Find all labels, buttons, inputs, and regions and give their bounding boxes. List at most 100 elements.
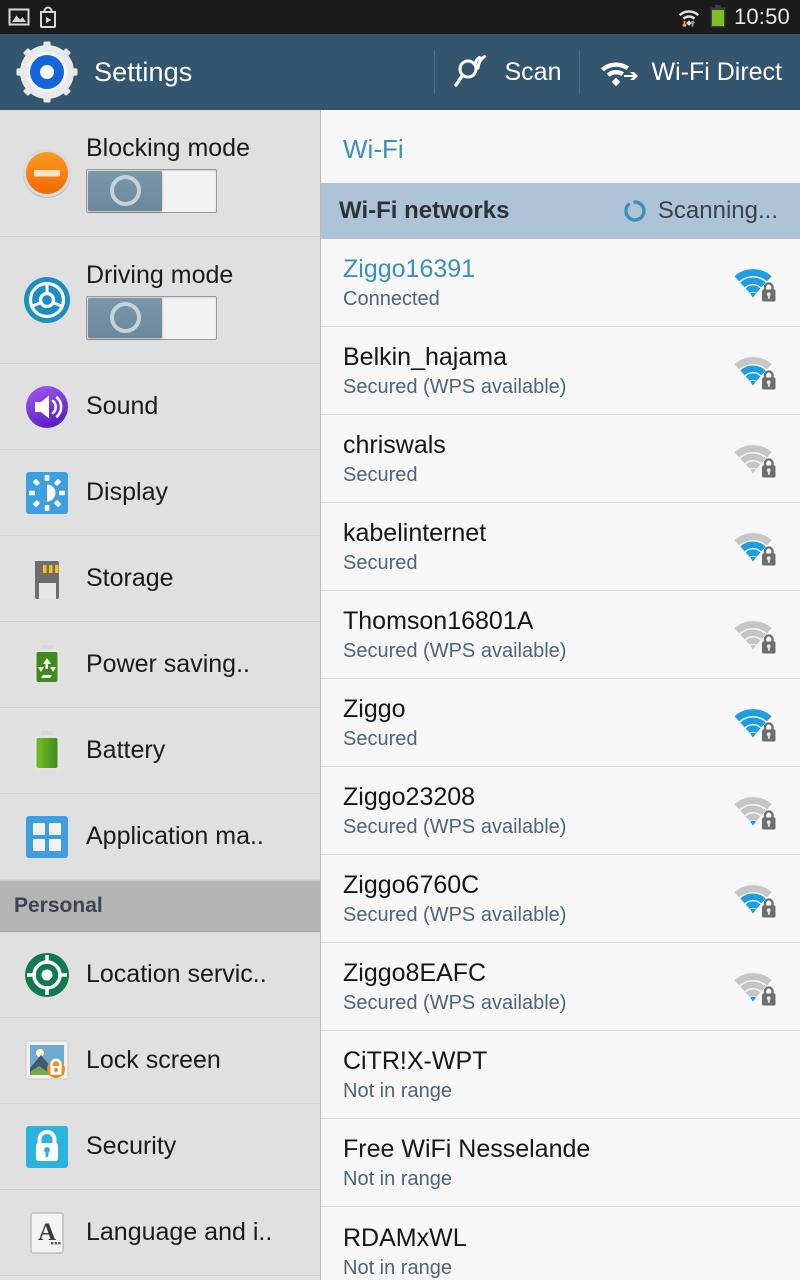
network-status: Secured (WPS available) <box>343 992 567 1014</box>
spinner-icon <box>622 198 648 224</box>
content-area: Blocking mode Driving mode Sound Display… <box>0 110 800 1280</box>
network-text: RDAMxWL Not in range <box>343 1224 467 1279</box>
network-ssid: CiTR!X-WPT <box>343 1047 488 1075</box>
network-ssid: Thomson16801A <box>343 607 534 635</box>
network-text: Ziggo23208 Secured (WPS available) <box>343 783 566 838</box>
app-title: Settings <box>94 56 193 87</box>
network-ssid: Ziggo8EAFC <box>343 959 487 987</box>
sidebar-section-personal: Personal <box>0 880 320 932</box>
scan-button[interactable]: Scan <box>435 34 579 110</box>
wifi-networks-header: Wi-Fi networks Scanning... <box>321 183 800 239</box>
scan-icon <box>453 52 493 92</box>
network-signal <box>732 702 778 744</box>
network-ssid: Free WiFi Nesselande <box>343 1135 591 1163</box>
wifi-network-row[interactable]: Ziggo Secured <box>321 679 800 767</box>
wifi-signal-icon <box>734 708 776 741</box>
network-status: Secured (WPS available) <box>343 640 567 662</box>
network-text: CiTR!X-WPT Not in range <box>343 1047 487 1102</box>
sidebar-item-lock-screen[interactable]: Lock screen <box>0 1018 320 1104</box>
wifi-network-row[interactable]: Ziggo6760C Secured (WPS available) <box>321 855 800 943</box>
wifi-network-row[interactable]: Belkin_hajama Secured (WPS available) <box>321 327 800 415</box>
network-signal <box>732 878 778 920</box>
network-signal <box>732 350 778 392</box>
driving-mode-content: Driving mode <box>86 261 233 340</box>
wifi-network-row[interactable]: RDAMxWL Not in range <box>321 1207 800 1280</box>
network-ssid: chriswals <box>343 431 446 459</box>
network-ssid: Ziggo16391 <box>343 255 476 283</box>
section-label: Personal <box>14 894 103 917</box>
sidebar-item-application-manager[interactable]: Application ma.. <box>0 794 320 880</box>
wifi-networks-label: Wi-Fi networks <box>339 197 510 224</box>
svg-text:A: A <box>37 1219 55 1246</box>
sidebar-item-location-services[interactable]: Location servic.. <box>0 932 320 1018</box>
wifi-network-list[interactable]: Ziggo16391 Connected Belkin_hajama Secured… <box>321 239 800 1280</box>
wifi-direct-button[interactable]: Wi-Fi Direct <box>580 34 800 110</box>
network-text: Ziggo8EAFC Secured (WPS available) <box>343 959 566 1014</box>
sidebar-item-driving-mode[interactable]: Driving mode <box>0 237 320 364</box>
network-text: Belkin_hajama Secured (WPS available) <box>343 343 566 398</box>
network-signal <box>732 526 778 568</box>
network-ssid: Ziggo6760C <box>343 871 480 899</box>
network-status: Not in range <box>343 1080 452 1102</box>
driving-mode-icon <box>18 272 75 328</box>
action-divider-1 <box>434 50 436 94</box>
wifi-network-row[interactable]: Ziggo8EAFC Secured (WPS available) <box>321 943 800 1031</box>
wifi-direct-icon <box>598 54 640 90</box>
wifi-signal-icon <box>734 620 776 653</box>
blocking-mode-toggle[interactable] <box>86 168 217 213</box>
wifi-transfer-icon <box>676 4 702 30</box>
scan-label: Scan <box>504 57 562 86</box>
network-signal <box>732 614 778 656</box>
wifi-network-row[interactable]: Thomson16801A Secured (WPS available) <box>321 591 800 679</box>
network-signal <box>732 262 778 304</box>
network-text: Ziggo16391 Connected <box>343 255 475 310</box>
wifi-network-row[interactable]: Ziggo16391 Connected <box>321 239 800 327</box>
network-text: kabelinternet Secured <box>343 519 486 574</box>
sidebar-item-blocking-mode[interactable]: Blocking mode <box>0 110 320 237</box>
wifi-network-row[interactable]: CiTR!X-WPT Not in range <box>321 1031 800 1119</box>
location-services-icon <box>18 949 75 1001</box>
wifi-panel: Wi-Fi Wi-Fi networks Scanning... Ziggo16… <box>321 110 800 1280</box>
language-input-icon: A <box>18 1209 75 1257</box>
battery-settings-icon <box>18 727 75 775</box>
wifi-signal-icon <box>734 444 776 477</box>
wifi-network-row[interactable]: Free WiFi Nesselande Not in range <box>321 1119 800 1207</box>
sidebar-item-storage[interactable]: Storage <box>0 536 320 622</box>
network-ssid: Ziggo <box>343 695 406 723</box>
sidebar-item-power-saving[interactable]: Power saving.. <box>0 622 320 708</box>
display-icon <box>18 469 75 517</box>
network-status: Not in range <box>343 1168 452 1190</box>
action-bar-actions: Scan Wi-Fi Direct <box>434 34 800 110</box>
network-signal <box>732 438 778 480</box>
wifi-signal-icon <box>734 356 776 389</box>
settings-sidebar[interactable]: Blocking mode Driving mode Sound Display… <box>0 110 321 1280</box>
status-bar-left-icons <box>8 6 58 28</box>
network-signal <box>732 790 778 832</box>
network-text: Free WiFi Nesselande Not in range <box>343 1135 590 1190</box>
sidebar-item-label: Display <box>86 478 168 506</box>
lock-screen-icon <box>18 1036 75 1086</box>
sidebar-item-label: Language and i.. <box>86 1218 273 1246</box>
sidebar-item-label: Lock screen <box>86 1046 221 1074</box>
sidebar-item-battery[interactable]: Battery <box>0 708 320 794</box>
wifi-network-row[interactable]: chriswals Secured <box>321 415 800 503</box>
panel-title: Wi-Fi <box>343 134 404 164</box>
wifi-network-row[interactable]: kabelinternet Secured <box>321 503 800 591</box>
driving-mode-toggle[interactable] <box>86 295 217 340</box>
wifi-network-row[interactable]: Ziggo23208 Secured (WPS available) <box>321 767 800 855</box>
play-store-bag-icon <box>38 6 58 28</box>
sidebar-item-language-and-input[interactable]: A Language and i.. <box>0 1190 320 1276</box>
sidebar-item-display[interactable]: Display <box>0 450 320 536</box>
blocking-mode-content: Blocking mode <box>86 134 250 213</box>
network-ssid: Belkin_hajama <box>343 343 507 371</box>
sidebar-item-security[interactable]: Security <box>0 1104 320 1190</box>
network-status: Secured (WPS available) <box>343 904 567 926</box>
security-icon <box>18 1123 75 1171</box>
sidebar-item-sound[interactable]: Sound <box>0 364 320 450</box>
network-status: Secured <box>343 464 418 486</box>
wifi-signal-icon <box>734 796 776 829</box>
network-ssid: RDAMxWL <box>343 1223 467 1252</box>
wifi-signal-icon <box>734 972 776 1005</box>
settings-gear-icon[interactable] <box>16 41 78 103</box>
network-signal <box>732 966 778 1008</box>
